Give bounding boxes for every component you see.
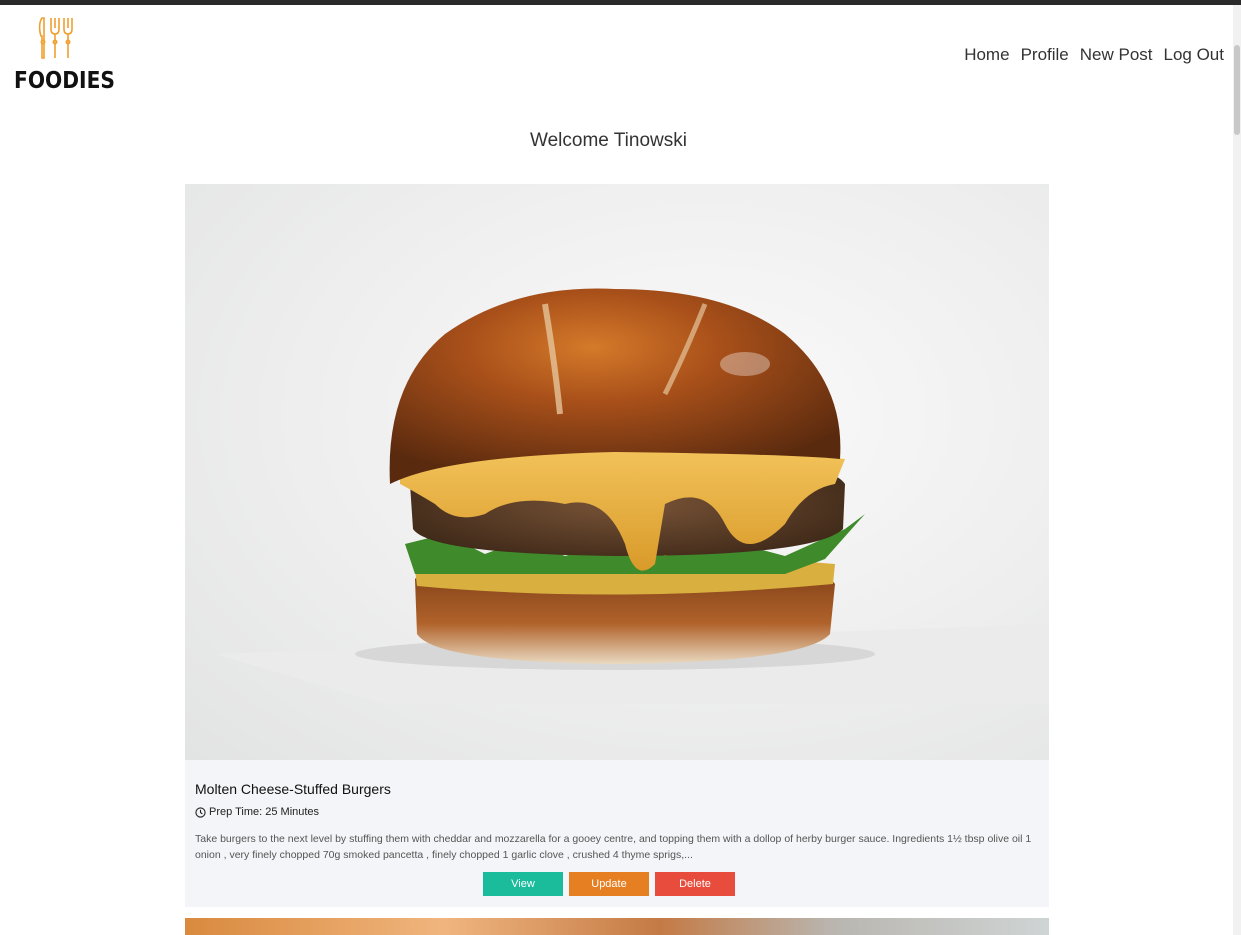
burger-illustration [215, 288, 1049, 704]
utensils-icon [38, 17, 73, 59]
view-button[interactable]: View [483, 872, 563, 896]
prep-time: Prep Time: 25 Minutes [195, 806, 319, 818]
next-post-card-preview[interactable] [185, 918, 1049, 935]
window-top-border [0, 0, 1241, 5]
welcome-heading: Welcome Tinowski [530, 130, 687, 151]
brand-logo[interactable]: FOODIES [14, 16, 115, 98]
burger-photo[interactable] [185, 184, 1049, 760]
delete-button[interactable]: Delete [655, 872, 735, 896]
page-scrollbar[interactable] [1233, 5, 1241, 935]
brand-name: FOODIES [14, 68, 115, 94]
clock-icon [195, 806, 206, 818]
scrollbar-thumb[interactable] [1234, 45, 1240, 135]
nav-log-out[interactable]: Log Out [1164, 45, 1225, 65]
prep-time-label: Prep Time: 25 Minutes [209, 806, 320, 818]
post-title[interactable]: Molten Cheese-Stuffed Burgers [195, 781, 391, 797]
post-card: Molten Cheese-Stuffed Burgers Prep Time:… [185, 184, 1049, 907]
nav-new-post[interactable]: New Post [1080, 45, 1153, 65]
main-nav: Home Profile New Post Log Out [964, 45, 1224, 65]
update-button[interactable]: Update [569, 872, 649, 896]
post-description: Take burgers to the next level by stuffi… [195, 833, 1032, 861]
nav-profile[interactable]: Profile [1021, 45, 1069, 65]
post-actions: View Update Delete [483, 872, 735, 896]
nav-home[interactable]: Home [964, 45, 1009, 65]
